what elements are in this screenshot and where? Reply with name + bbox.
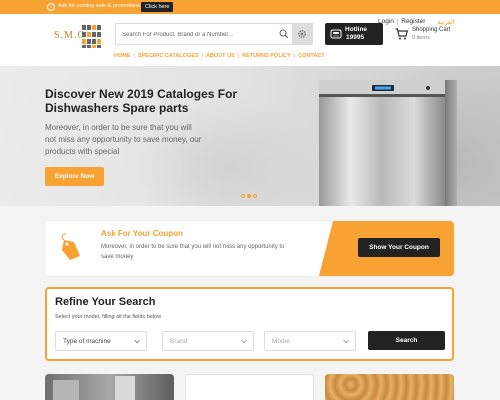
chevron-down-icon: [134, 339, 140, 344]
category-card-image-detail: [53, 380, 79, 400]
login-link[interactable]: Login: [378, 18, 394, 25]
click-here-button[interactable]: Click here: [141, 2, 174, 12]
model-select[interactable]: Model: [264, 331, 356, 351]
category-card-image-detail: [115, 376, 135, 400]
info-icon: i: [47, 3, 55, 11]
slider-dots: [241, 194, 257, 198]
nav-item-returns-policy[interactable]: RETURNS POLICY: [242, 53, 291, 59]
nav-separator: |: [133, 53, 135, 59]
category-card-3[interactable]: [325, 374, 454, 400]
machine-type-value: Type of machine: [63, 338, 111, 345]
brand-select[interactable]: Brand: [162, 331, 254, 351]
gear-icon: [297, 29, 307, 39]
cart-item-count: 0 items: [412, 35, 430, 41]
search-input[interactable]: [122, 28, 272, 42]
hotline-button[interactable]: Hotline 19995: [325, 23, 383, 45]
cart-icon: [395, 28, 408, 40]
refine-search-button[interactable]: Search: [368, 331, 445, 350]
brand-value: Brand: [170, 338, 188, 345]
show-coupon-button[interactable]: Show Your Coupon: [358, 238, 440, 257]
nav-item-specific-catalogues[interactable]: SPECIFIC CATALOGES: [138, 53, 199, 59]
chevron-down-icon: [343, 339, 349, 344]
slider-dot[interactable]: [253, 194, 257, 198]
language-switch-link[interactable]: العربية: [437, 18, 455, 26]
nav-item-contact[interactable]: CONTACT: [298, 53, 324, 59]
shopping-cart[interactable]: Shopping Cart 0 items: [395, 27, 465, 47]
search-icon[interactable]: [279, 29, 289, 39]
nav-item-home[interactable]: HOME: [114, 53, 131, 59]
logo-text: S.M.C: [54, 30, 86, 41]
hero-description: Moreover, in order to be sure that you w…: [45, 123, 202, 156]
slider-dot[interactable]: [241, 194, 245, 198]
dishwasher-image: [319, 80, 457, 206]
nav-separator: |: [237, 53, 240, 59]
slider-dot-active[interactable]: [247, 194, 251, 198]
advanced-search-button[interactable]: [292, 24, 312, 44]
promo-bar: i Ask for coming sale & promotions Click…: [0, 0, 500, 14]
explore-now-button[interactable]: Explore Now: [45, 167, 104, 186]
coupon-description: Moreover, in order to be sure that you w…: [101, 244, 285, 260]
category-card-image: [325, 374, 454, 400]
category-card-2[interactable]: [185, 374, 314, 400]
main-nav: HOME | SPECIFIC CATALOGES | ABOUT US | R…: [0, 48, 500, 66]
search-box: [115, 23, 313, 45]
refine-search-panel: Refine Your Search Select your model, fi…: [45, 287, 454, 361]
model-value: Model: [272, 338, 290, 345]
machine-type-select[interactable]: Type of machine: [55, 331, 147, 351]
hotline-number: 19995: [346, 34, 365, 41]
refine-title: Refine Your Search: [55, 296, 156, 308]
nav-item-about-us[interactable]: ABOUT US: [206, 53, 235, 59]
refine-subtitle: Select your model, filling all the field…: [55, 314, 162, 320]
chevron-down-icon: [241, 339, 247, 344]
phone-icon: [330, 29, 342, 39]
nav-separator: |: [293, 53, 296, 59]
nav-separator: |: [201, 53, 203, 59]
price-tag-icon: [61, 233, 80, 260]
hero-slider: Discover New 2019 Cataloges For Dishwash…: [0, 66, 500, 206]
category-card-1[interactable]: [45, 374, 174, 400]
account-separator: |: [396, 18, 399, 25]
coupon-title: Ask For Your Coupon: [101, 229, 183, 238]
register-link[interactable]: Register: [401, 18, 425, 25]
coupon-banner: Ask For Your Coupon Moreover, in order t…: [45, 221, 454, 276]
cart-title: Shopping Cart: [412, 27, 451, 33]
account-links: Login | Register: [378, 18, 425, 25]
hotline-label: Hotline: [345, 26, 368, 33]
promo-text: Ask for coming sale & promotions: [58, 3, 140, 9]
hero-title: Discover New 2019 Cataloges For Dishwash…: [45, 87, 238, 115]
